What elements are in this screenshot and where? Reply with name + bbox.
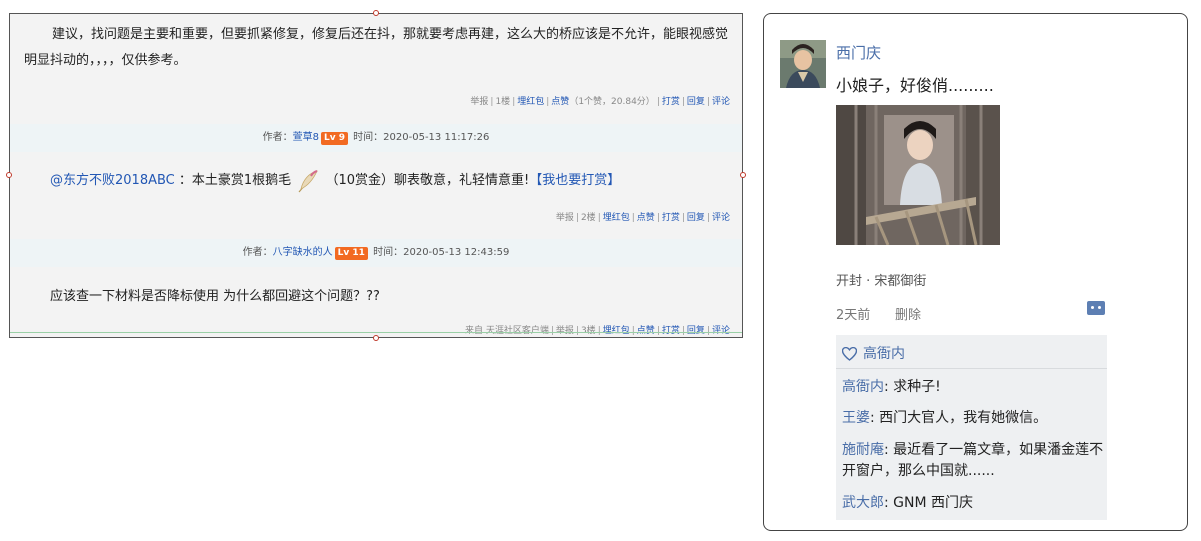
comment-item[interactable]: 王婆: 西门大官人，我有她微信。 xyxy=(842,408,1104,429)
tip-me-link[interactable]: 【我也要打赏】 xyxy=(529,173,620,188)
resize-handle-left[interactable] xyxy=(6,172,12,178)
comment-link[interactable]: 评论 xyxy=(712,326,730,336)
post-time: 2天前 xyxy=(836,308,871,323)
divider xyxy=(10,332,742,333)
post-1-actions: 举报 | 1楼 | 埋红包 | 点赞（1个赞，20.84分） | 打赏 | 回复 | 评论 xyxy=(470,97,730,107)
post-text: 小娘子，好俊俏......... xyxy=(836,76,994,95)
comment-author[interactable]: 施耐庵 xyxy=(842,442,884,458)
likes-row: 高衙内 xyxy=(841,343,905,363)
level-badge: Lv 9 xyxy=(320,132,348,145)
author-name[interactable]: 八字缺水的人 xyxy=(273,247,333,258)
report-link[interactable]: 举报 xyxy=(470,97,488,107)
author-name[interactable]: 萱草8 xyxy=(293,132,319,143)
red-packet-link[interactable]: 埋红包 xyxy=(603,326,630,336)
user-name[interactable]: 西门庆 xyxy=(836,42,881,63)
author-prefix: 作者： xyxy=(242,247,273,258)
level-badge: Lv 11 xyxy=(334,247,368,260)
like-count: （1个赞，20.84分） xyxy=(569,97,655,107)
post-time: 时间：2020-05-13 12:43:59 xyxy=(373,247,510,258)
reply-link[interactable]: 回复 xyxy=(687,97,705,107)
tip-link[interactable]: 打赏 xyxy=(662,97,680,107)
like-link[interactable]: 点赞 xyxy=(551,97,569,107)
author-bar-2: 作者：萱草8 Lv 9 时间：2020-05-13 11:17:26 xyxy=(10,124,742,152)
post-1-body: 建议，找问题是主要和重要，但要抓紧修复，修复后还在抖，那就要考虑再建，这么大的桥… xyxy=(24,22,728,74)
reply-link[interactable]: 回复 xyxy=(687,326,705,336)
comment-author[interactable]: 王婆 xyxy=(842,410,870,426)
author-prefix: 作者： xyxy=(262,132,293,143)
resize-handle-right[interactable] xyxy=(740,172,746,178)
comment-item[interactable]: 武大郎: GNM 西门庆 xyxy=(842,493,1104,514)
feather-icon xyxy=(295,168,321,194)
floor-label: 3楼 xyxy=(580,326,596,336)
moments-post: 西门庆 小娘子，好俊俏......... 开封 · 宋都御街 2天前 删除 高衙… xyxy=(780,30,1107,520)
floor-label: 1楼 xyxy=(495,97,511,107)
post-2-text-a: ：本土豪赏1根鹅毛 xyxy=(178,173,292,188)
post-photo[interactable] xyxy=(836,105,1000,245)
comment-link[interactable]: 评论 xyxy=(712,97,730,107)
floor-label: 2楼 xyxy=(580,213,596,223)
delete-button[interactable]: 删除 xyxy=(895,304,921,323)
post-time: 时间：2020-05-13 11:17:26 xyxy=(353,132,490,143)
reply-link[interactable]: 回复 xyxy=(687,213,705,223)
comment-link[interactable]: 评论 xyxy=(712,213,730,223)
resize-handle-bottom[interactable] xyxy=(373,335,379,341)
likes-comments-box: 高衙内 高衙内: 求种子! 王婆: 西门大官人，我有她微信。 施耐庵: 最近看了… xyxy=(836,335,1107,520)
forum-thread-panel: 建议，找问题是主要和重要，但要抓紧修复，修复后还在抖，那就要考虑再建，这么大的桥… xyxy=(9,13,743,338)
post-1-text: 建议，找问题是主要和重要，但要抓紧修复，修复后还在抖，那就要考虑再建，这么大的桥… xyxy=(24,27,729,68)
tip-link[interactable]: 打赏 xyxy=(662,213,680,223)
likes-names[interactable]: 高衙内 xyxy=(863,346,905,362)
comment-text: : 西门大官人，我有她微信。 xyxy=(870,410,1048,426)
user-mention-link[interactable]: @东方不败2018ABC xyxy=(50,173,175,188)
comment-item[interactable]: 施耐庵: 最近看了一篇文章，如果潘金莲不开窗户，那么中国就...... xyxy=(842,440,1104,482)
like-link[interactable]: 点赞 xyxy=(637,213,655,223)
moments-panel: 西门庆 小娘子，好俊俏......... 开封 · 宋都御街 2天前 删除 高衙… xyxy=(763,13,1188,531)
more-options-icon[interactable] xyxy=(1087,301,1105,315)
tip-link[interactable]: 打赏 xyxy=(662,326,680,336)
author-bar-3: 作者：八字缺水的人 Lv 11 时间：2020-05-13 12:43:59 xyxy=(10,239,742,267)
heart-icon xyxy=(841,346,858,361)
divider xyxy=(836,368,1107,369)
post-3-actions: 来自 天涯社区客户端 | 举报 | 3楼 | 埋红包 | 点赞 | 打赏 | 回复 | 评论 xyxy=(464,326,730,336)
avatar[interactable] xyxy=(780,40,826,88)
comment-item[interactable]: 高衙内: 求种子! xyxy=(842,377,1104,398)
post-1: 建议，找问题是主要和重要，但要抓紧修复，修复后还在抖，那就要考虑再建，这么大的桥… xyxy=(24,22,728,74)
comment-text: : 求种子! xyxy=(884,379,941,395)
client-source: 来自 天涯社区客户端 xyxy=(464,326,549,336)
post-2-actions: 举报 | 2楼 | 埋红包 | 点赞 | 打赏 | 回复 | 评论 xyxy=(555,213,730,223)
post-3: 应该查一下材料是否降标使用 为什么都回避这个问题？?? xyxy=(50,284,728,310)
comment-text: : GNM 西门庆 xyxy=(884,495,974,511)
location-label[interactable]: 开封 · 宋都御街 xyxy=(836,270,926,289)
comment-author[interactable]: 高衙内 xyxy=(842,379,884,395)
comment-author[interactable]: 武大郎 xyxy=(842,495,884,511)
resize-handle-top[interactable] xyxy=(373,10,379,16)
like-link[interactable]: 点赞 xyxy=(637,326,655,336)
report-link[interactable]: 举报 xyxy=(556,326,574,336)
post-2-text-b: （10赏金）聊表敬意，礼轻情意重! xyxy=(325,173,530,188)
report-link[interactable]: 举报 xyxy=(556,213,574,223)
red-packet-link[interactable]: 埋红包 xyxy=(517,97,544,107)
red-packet-link[interactable]: 埋红包 xyxy=(603,213,630,223)
post-2: @东方不败2018ABC ：本土豪赏1根鹅毛 （10赏金）聊表敬意，礼轻情意重!… xyxy=(50,166,728,196)
post-3-text: 应该查一下材料是否降标使用 为什么都回避这个问题？?? xyxy=(50,289,380,304)
